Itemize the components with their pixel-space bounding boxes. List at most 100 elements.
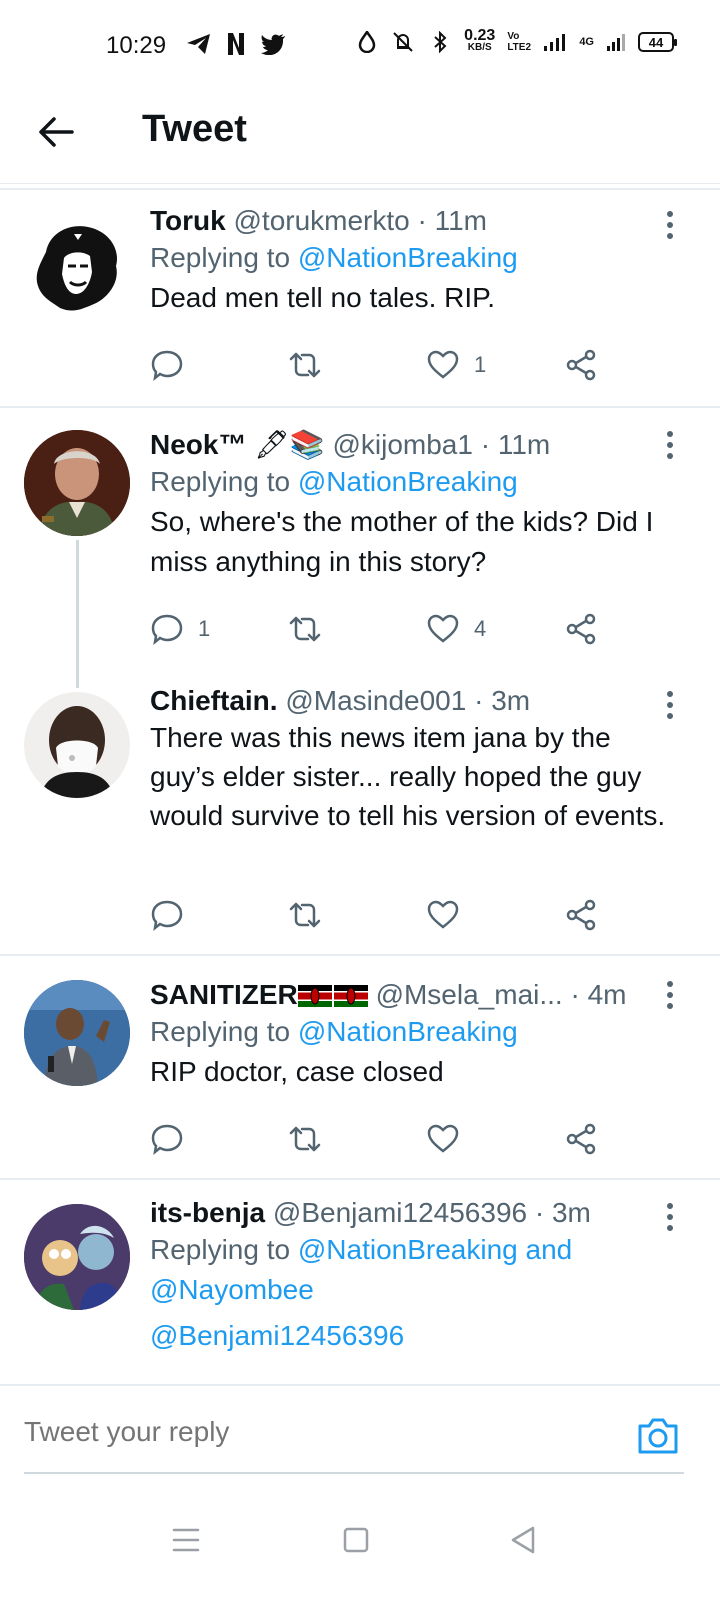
kenya-flag-icon (297, 985, 332, 1007)
tweet-text[interactable]: @Benjami12456396 (150, 1316, 680, 1356)
retweet-button[interactable] (288, 1122, 336, 1156)
reply-mention-link[interactable]: @NationBreaking and (298, 1234, 572, 1265)
replying-to: Replying to @NationBreaking and (150, 1234, 573, 1265)
mute-bell-icon (393, 32, 413, 52)
battery-icon: 44 (638, 32, 677, 52)
tweet-time: · 4m (570, 979, 627, 1010)
reply-icon (151, 1124, 183, 1156)
status-bar: 10:29 0.23 KB/S Vo LTE2 4G 44 (0, 0, 720, 90)
avatar[interactable] (24, 1204, 130, 1310)
share-button[interactable] (564, 612, 598, 646)
more-options-icon[interactable] (666, 430, 674, 460)
display-name[interactable]: Toruk (150, 205, 226, 236)
reply-mention-link[interactable]: @NationBreaking (298, 1016, 518, 1047)
tweet[interactable]: its-benja @Benjami12456396 · 3m Replying… (0, 1180, 720, 1384)
retweet-icon (289, 902, 321, 928)
tweet[interactable]: SANITIZER @Msela_mai... · 4m Replying to… (0, 956, 720, 1178)
reply-button[interactable]: 1 (150, 612, 210, 646)
reply-mention-link[interactable]: @NationBreaking (298, 242, 518, 273)
tweet-time: · 11m (480, 429, 551, 460)
avatar[interactable] (24, 692, 130, 798)
tweet-actions (150, 1122, 630, 1158)
like-button[interactable]: 1 (426, 348, 486, 382)
share-button[interactable] (564, 348, 598, 382)
tweet-text: There was this news item jana by the guy… (150, 722, 666, 831)
tweet[interactable]: Neok™ 🖋📚 @kijomba1 · 11m Replying to @Na… (0, 408, 720, 688)
share-icon (566, 349, 596, 381)
more-options-icon[interactable] (666, 1202, 674, 1232)
menu-icon[interactable] (166, 1520, 206, 1560)
username[interactable]: @Masinde001 (285, 685, 466, 716)
tweet-actions (150, 898, 630, 934)
network-label: 4G (579, 36, 594, 48)
share-icon (566, 613, 596, 645)
header: Tweet (0, 90, 720, 184)
reply-mention-link[interactable]: @Nayombee (150, 1274, 314, 1305)
retweet-button[interactable] (288, 348, 336, 382)
tweet[interactable]: Toruk @torukmerkto · 11m Replying to @Na… (0, 190, 720, 406)
replying-to: Replying to @NationBreaking (150, 1016, 518, 1047)
more-options-icon[interactable] (666, 210, 674, 240)
back-arrow-icon[interactable] (36, 112, 76, 152)
tweet-text: So, where's the mother of the kids? Did … (150, 506, 654, 577)
tweet-time: · 3m (534, 1197, 591, 1228)
thread-line (76, 540, 79, 688)
home-square-icon[interactable] (336, 1520, 376, 1560)
bluetooth-icon (434, 31, 447, 53)
tweet-actions: 1 (150, 348, 630, 384)
username[interactable]: @Benjami12456396 (273, 1197, 527, 1228)
username[interactable]: @Msela_mai... (376, 979, 563, 1010)
share-button[interactable] (564, 1122, 598, 1156)
back-triangle-icon[interactable] (504, 1520, 544, 1560)
reply-icon (151, 350, 183, 382)
page-title: Tweet (142, 108, 247, 150)
reply-mention-link[interactable]: @NationBreaking (298, 466, 518, 497)
reply-button[interactable] (150, 898, 198, 932)
display-name[interactable]: SANITIZER (150, 979, 298, 1010)
more-options-icon[interactable] (666, 690, 674, 720)
status-time: 10:29 (106, 32, 167, 59)
volte-label: Vo LTE2 (507, 31, 532, 53)
avatar[interactable] (24, 212, 130, 318)
retweet-icon (289, 616, 321, 642)
reply-composer (0, 1384, 720, 1484)
like-button[interactable] (426, 1122, 474, 1156)
retweet-icon (289, 352, 321, 378)
reply-button[interactable] (150, 1122, 198, 1156)
reply-input[interactable] (24, 1416, 584, 1448)
heart-icon (427, 900, 459, 929)
tweet-actions: 1 4 (150, 612, 630, 648)
more-options-icon[interactable] (666, 980, 674, 1010)
drop-icon (358, 31, 376, 53)
telegram-icon (187, 34, 210, 54)
username[interactable]: @torukmerkto (233, 205, 409, 236)
reply-icon (151, 900, 183, 932)
avatar[interactable] (24, 980, 130, 1086)
share-icon (566, 899, 596, 931)
replying-to: Replying to @NationBreaking (150, 242, 518, 273)
name-emoji: 🖋📚 (254, 429, 325, 460)
avatar[interactable] (24, 430, 130, 536)
display-name[interactable]: Neok™ (150, 429, 246, 460)
retweet-button[interactable] (288, 612, 336, 646)
netflix-icon (228, 33, 244, 55)
username[interactable]: @kijomba1 (332, 429, 472, 460)
twitter-bird-icon (261, 34, 285, 55)
like-button[interactable]: 4 (426, 612, 486, 646)
share-button[interactable] (564, 898, 598, 932)
heart-icon (427, 1124, 459, 1153)
reply-button[interactable] (150, 348, 198, 382)
retweet-icon (289, 1126, 321, 1152)
tweet[interactable]: Chieftain. @Masinde001 · 3m There was th… (0, 678, 720, 954)
share-icon (566, 1123, 596, 1155)
display-name[interactable]: Chieftain. (150, 685, 278, 716)
signal-icon-2 (607, 34, 625, 51)
display-name[interactable]: its-benja (150, 1197, 265, 1228)
kenya-flag-icon (333, 985, 368, 1007)
tweet-time: · 11m (417, 205, 488, 236)
tweet-time: · 3m (474, 685, 531, 716)
camera-icon[interactable] (636, 1416, 680, 1456)
retweet-button[interactable] (288, 898, 336, 932)
like-button[interactable] (426, 898, 474, 932)
tweet-text: Dead men tell no tales. RIP. (150, 282, 496, 313)
